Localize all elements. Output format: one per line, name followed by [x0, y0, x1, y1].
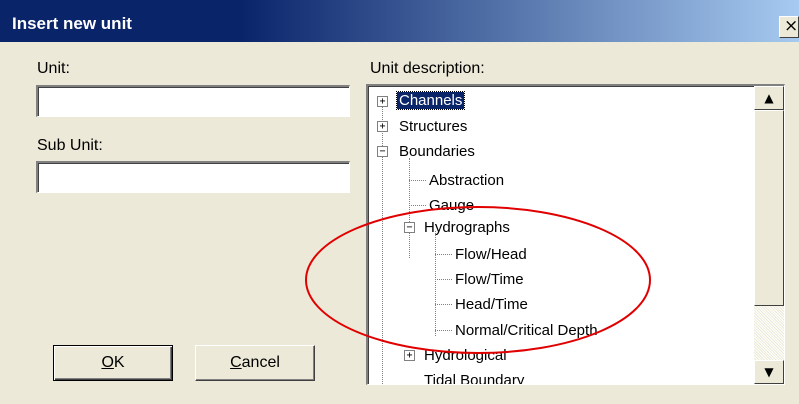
- tree-connector: [409, 180, 426, 181]
- tree-item-tidal-boundary[interactable]: Tidal Boundary: [422, 368, 526, 384]
- tree-item-label: Abstraction: [429, 172, 505, 189]
- tree-item-label: Gauge: [429, 197, 475, 214]
- arrow-down-icon: ▼: [764, 365, 774, 379]
- tree-connector: [435, 330, 452, 331]
- scroll-down-button[interactable]: ▼: [754, 360, 784, 384]
- collapse-icon[interactable]: −: [404, 222, 415, 233]
- tree-item-flow-head[interactable]: Flow/Head: [453, 242, 529, 267]
- tree-item-label: Structures: [399, 118, 468, 135]
- unit-description-tree[interactable]: + Channels + Structures − Boundaries Abs…: [366, 84, 785, 385]
- ok-button[interactable]: OK: [53, 345, 173, 381]
- close-button[interactable]: ×: [779, 16, 799, 38]
- unit-label: Unit:: [37, 60, 70, 77]
- tree-item-label: Channels: [395, 91, 466, 110]
- cancel-label: ancel: [241, 354, 280, 371]
- tree-item-hydrological[interactable]: Hydrological: [422, 343, 509, 368]
- close-icon: ×: [784, 16, 799, 36]
- tree-item-head-time[interactable]: Head/Time: [453, 292, 530, 317]
- expand-icon[interactable]: +: [404, 350, 415, 361]
- tree-connector: [435, 254, 452, 255]
- tree-connector: [409, 205, 426, 206]
- tree-item-structures[interactable]: Structures: [397, 114, 469, 139]
- unit-description-label: Unit description:: [370, 60, 485, 77]
- title-bar[interactable]: Insert new unit ×: [0, 0, 799, 42]
- insert-unit-dialog: Insert new unit × Unit: Sub Unit: Unit d…: [0, 0, 799, 404]
- expand-icon[interactable]: +: [377, 121, 388, 132]
- tree-view[interactable]: + Channels + Structures − Boundaries Abs…: [368, 86, 754, 384]
- tree-connector: [409, 158, 410, 258]
- tree-connector: [435, 304, 452, 305]
- ok-label: K: [113, 354, 125, 371]
- tree-item-abstraction[interactable]: Abstraction: [427, 168, 506, 193]
- scroll-up-button[interactable]: ▲: [754, 86, 784, 110]
- tree-item-channels[interactable]: Channels: [395, 88, 466, 113]
- tree-item-label: Flow/Head: [455, 246, 527, 263]
- ok-mnemonic: O: [101, 354, 114, 371]
- tree-item-label: Flow/Time: [455, 271, 524, 288]
- tree-connector: [435, 279, 452, 280]
- window-title: Insert new unit: [12, 14, 132, 33]
- tree-item-label: Hydrographs: [424, 219, 510, 236]
- tree-item-label: Normal/Critical Depth: [455, 322, 598, 339]
- tree-item-normal-critical-depth[interactable]: Normal/Critical Depth: [453, 318, 600, 343]
- tree-item-label: Hydrological: [424, 347, 507, 364]
- collapse-icon[interactable]: −: [377, 146, 388, 157]
- cancel-mnemonic: C: [230, 354, 242, 371]
- unit-input[interactable]: [36, 85, 350, 117]
- sub-unit-input[interactable]: [36, 161, 350, 193]
- tree-item-label: Head/Time: [455, 296, 528, 313]
- scrollbar-thumb[interactable]: [754, 110, 784, 306]
- tree-item-flow-time[interactable]: Flow/Time: [453, 267, 526, 292]
- vertical-scrollbar[interactable]: ▲ ▼: [754, 86, 784, 384]
- tree-item-label: Tidal Boundary: [424, 372, 525, 384]
- sub-unit-label: Sub Unit:: [37, 137, 103, 154]
- tree-item-boundaries[interactable]: Boundaries: [397, 139, 477, 164]
- tree-item-label: Boundaries: [399, 143, 475, 160]
- expand-icon[interactable]: +: [377, 96, 388, 107]
- tree-item-hydrographs[interactable]: Hydrographs: [422, 215, 512, 240]
- cancel-button[interactable]: Cancel: [195, 345, 315, 381]
- tree-connector: [435, 231, 436, 336]
- arrow-up-icon: ▲: [764, 91, 774, 105]
